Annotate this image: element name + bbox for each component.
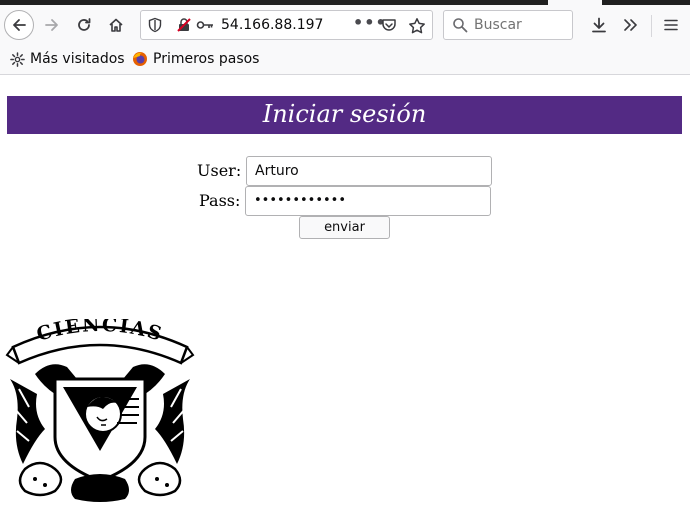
- forward-arrow-icon: [45, 19, 58, 31]
- search-box[interactable]: Buscar: [443, 10, 573, 40]
- toolbar-separator: [651, 15, 652, 37]
- ciencias-crest-logo: CIENCIAS: [5, 319, 195, 502]
- user-input[interactable]: Arturo: [246, 156, 492, 186]
- navigation-toolbar: 54.166.88.197 ••• Buscar: [0, 5, 690, 45]
- url-bar[interactable]: 54.166.88.197 •••: [140, 10, 433, 40]
- home-button[interactable]: [102, 11, 130, 39]
- key-icon[interactable]: [196, 17, 214, 33]
- header-bar: Iniciar sesión: [7, 96, 682, 134]
- password-input[interactable]: ••••••••••••: [245, 186, 491, 216]
- url-text[interactable]: 54.166.88.197: [221, 17, 323, 33]
- search-icon: [453, 18, 468, 33]
- submit-button[interactable]: enviar: [299, 216, 390, 239]
- back-button[interactable]: [4, 10, 34, 40]
- bookmark-star-icon[interactable]: [408, 17, 426, 35]
- pocket-icon[interactable]: [381, 17, 397, 33]
- tracking-protection-icon[interactable]: [148, 17, 162, 33]
- bookmark-label: Más visitados: [30, 51, 125, 67]
- user-label: User:: [197, 161, 242, 180]
- page-content: Iniciar sesión User: Arturo Pass: ••••••…: [0, 76, 690, 511]
- back-arrow-icon: [13, 19, 26, 31]
- bookmark-label: Primeros pasos: [153, 51, 260, 67]
- hamburger-icon: [664, 19, 678, 31]
- app-menu-button[interactable]: [657, 11, 685, 39]
- reload-button[interactable]: [70, 11, 98, 39]
- forward-button[interactable]: [38, 11, 66, 39]
- download-icon: [592, 17, 606, 33]
- gear-icon: [10, 51, 25, 67]
- bookmarks-toolbar: Más visitados Primeros pasos: [0, 45, 690, 75]
- insecure-lock-icon[interactable]: [176, 17, 192, 33]
- page-title: Iniciar sesión: [262, 100, 427, 128]
- search-placeholder[interactable]: Buscar: [474, 17, 522, 33]
- bookmark-mas-visitados[interactable]: Más visitados: [10, 51, 125, 67]
- overflow-menu-button[interactable]: [616, 11, 644, 39]
- reload-icon: [78, 18, 91, 31]
- home-icon: [109, 18, 123, 32]
- firefox-icon: [133, 52, 147, 66]
- downloads-button[interactable]: [585, 11, 613, 39]
- bookmark-primeros-pasos[interactable]: Primeros pasos: [132, 51, 259, 67]
- chevron-double-right-icon: [624, 19, 637, 31]
- pass-label: Pass:: [199, 191, 241, 210]
